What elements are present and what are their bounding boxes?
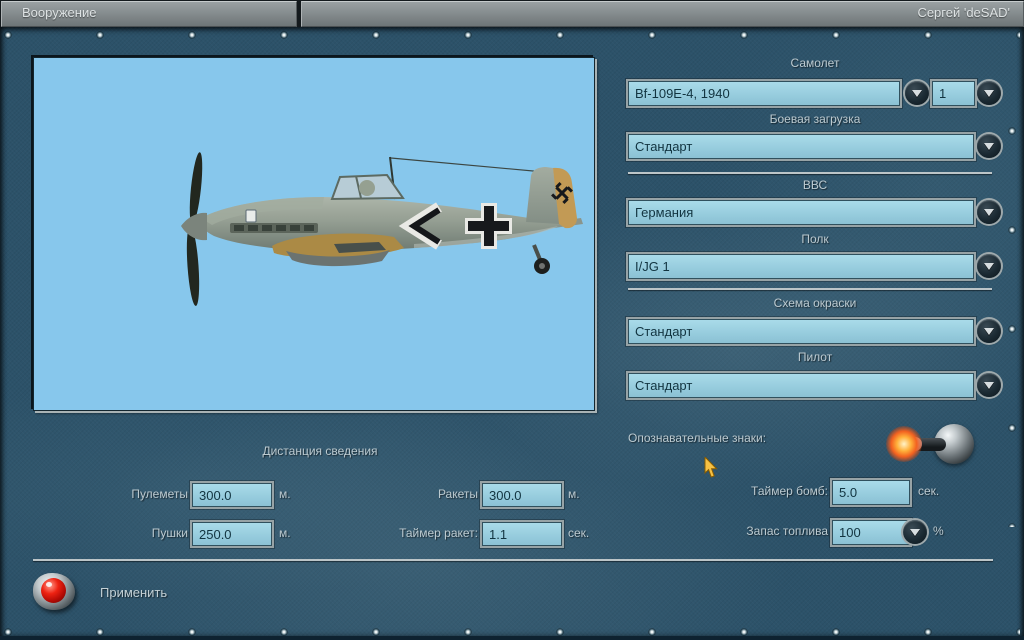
separator	[628, 172, 992, 174]
aircraft-preview	[33, 57, 595, 411]
aircraft-dropdown-button[interactable]	[905, 81, 929, 105]
window-title: Вооружение	[22, 5, 97, 20]
regiment-label: Полк	[801, 232, 829, 246]
aircraft-count-dropdown-button[interactable]	[977, 81, 1001, 105]
paint-scheme-select[interactable]: Стандарт	[628, 319, 974, 344]
toggle-glow-icon	[886, 426, 922, 462]
airforce-label: ВВС	[802, 178, 828, 192]
bomb-timer-input[interactable]	[832, 480, 910, 505]
markings-toggle[interactable]	[886, 421, 978, 467]
bomb-timer-label: Таймер бомб:	[751, 484, 828, 498]
aircraft-count-input[interactable]	[932, 81, 975, 106]
separator	[33, 559, 993, 561]
paint-scheme-dropdown-button[interactable]	[977, 319, 1001, 343]
apply-button-red-icon	[41, 578, 66, 603]
rockets-label: Ракеты	[437, 487, 478, 501]
apply-label: Применить	[100, 585, 168, 600]
fuel-dropdown-button[interactable]	[903, 520, 927, 544]
titlebar: Вооружение Сергей 'deSAD'	[0, 0, 1024, 27]
paint-scheme-label: Схема окраски	[773, 296, 857, 310]
cannons-input[interactable]	[192, 522, 272, 546]
markings-label: Опознавательные знаки:	[628, 431, 767, 445]
screw-column-right-icon	[1008, 127, 1016, 527]
screw-row-top-icon	[4, 31, 1020, 39]
aircraft-select[interactable]: Bf-109E-4, 1940	[628, 81, 900, 106]
aircraft-image	[181, 152, 583, 306]
regiment-select[interactable]: I/JG 1	[628, 254, 974, 279]
loadout-label: Боевая загрузка	[769, 112, 861, 126]
rockets-unit: м.	[568, 487, 580, 501]
rockets-input[interactable]	[482, 483, 562, 507]
pilot-dropdown-button[interactable]	[977, 373, 1001, 397]
screw-row-bottom-icon	[4, 628, 1020, 636]
fuel-unit: %	[933, 524, 944, 538]
titlebar-right-segment	[301, 1, 1024, 27]
armament-screen: Вооружение Сергей 'deSAD' Самолет Bf-109…	[0, 0, 1024, 640]
rocket-timer-label: Таймер ракет:	[399, 526, 478, 540]
bomb-timer-unit: сек.	[918, 484, 940, 498]
rocket-timer-input[interactable]	[482, 522, 562, 546]
cannons-label: Пушки	[151, 526, 188, 540]
loadout-dropdown-button[interactable]	[977, 134, 1001, 158]
cannons-unit: м.	[279, 526, 291, 540]
regiment-dropdown-button[interactable]	[977, 254, 1001, 278]
airforce-dropdown-button[interactable]	[977, 200, 1001, 224]
pilot-select[interactable]: Стандарт	[628, 373, 974, 398]
apply-button[interactable]	[33, 571, 75, 611]
mouse-cursor-icon	[704, 457, 718, 478]
fuel-label: Запас топлива	[746, 524, 828, 538]
rocket-timer-unit: сек.	[568, 526, 590, 540]
convergence-title: Дистанция сведения	[262, 444, 378, 458]
player-name: Сергей 'deSAD'	[917, 5, 1010, 20]
machineguns-unit: м.	[279, 487, 291, 501]
machineguns-input[interactable]	[192, 483, 272, 507]
loadout-select[interactable]: Стандарт	[628, 134, 974, 159]
separator	[628, 288, 992, 290]
fuel-input[interactable]	[832, 520, 910, 545]
aircraft-label: Самолет	[790, 56, 840, 70]
airforce-select[interactable]: Германия	[628, 200, 974, 225]
machineguns-label: Пулеметы	[131, 487, 188, 501]
pilot-label: Пилот	[797, 350, 833, 364]
